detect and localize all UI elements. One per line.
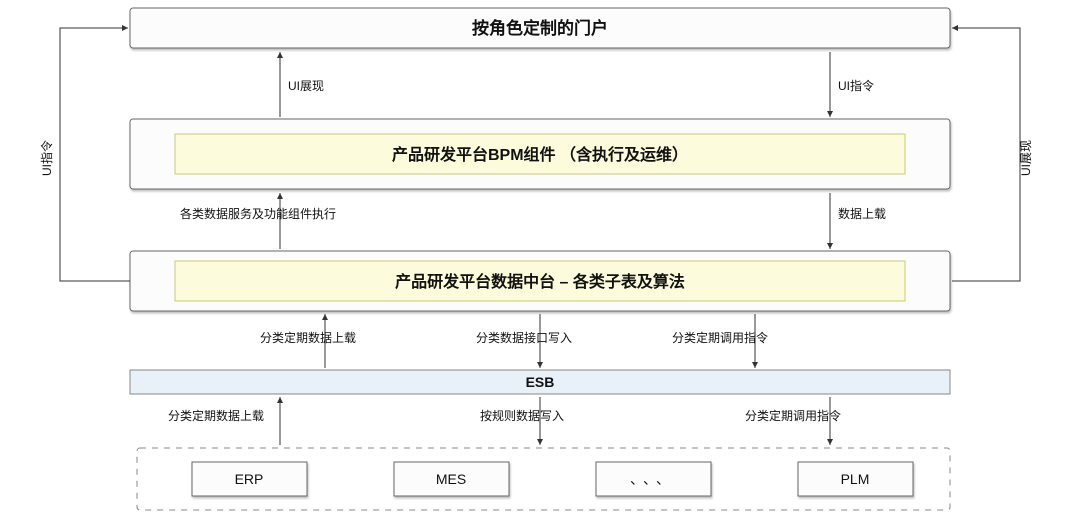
esb-label: ESB — [526, 374, 555, 390]
label-ui-command-left: UI指令 — [39, 140, 54, 176]
label-p-esb-3: 分类定期调用指令 — [672, 330, 768, 345]
data-platform-label: 产品研发平台数据中台 – 各类子表及算法 — [395, 272, 685, 291]
system-plm-label: PLM — [841, 471, 870, 487]
system-dots-label: 、、、 — [630, 471, 676, 487]
arrow-ui-command-left — [60, 28, 130, 281]
label-esb-sys-1: 分类定期数据上载 — [168, 408, 264, 423]
label-ui-show-mid: UI展现 — [288, 79, 324, 93]
portal-label: 按角色定制的门户 — [472, 18, 608, 38]
arrow-ui-show-right — [952, 28, 1020, 281]
label-ui-command-mid: UI指令 — [838, 78, 874, 93]
label-p-esb-1: 分类定期数据上载 — [260, 330, 356, 345]
label-esb-sys-3: 分类定期调用指令 — [745, 408, 841, 423]
label-ui-show-right: UI展现 — [1019, 140, 1033, 176]
label-bpm-up: 各类数据服务及功能组件执行 — [180, 206, 336, 221]
label-p-esb-2: 分类数据接口写入 — [476, 330, 572, 345]
label-esb-sys-2: 按规则数据写入 — [480, 408, 564, 423]
system-mes-label: MES — [436, 471, 466, 487]
system-erp-label: ERP — [235, 471, 264, 487]
bpm-label: 产品研发平台BPM组件 （含执行及运维） — [392, 145, 688, 164]
label-bpm-down: 数据上载 — [838, 206, 886, 221]
